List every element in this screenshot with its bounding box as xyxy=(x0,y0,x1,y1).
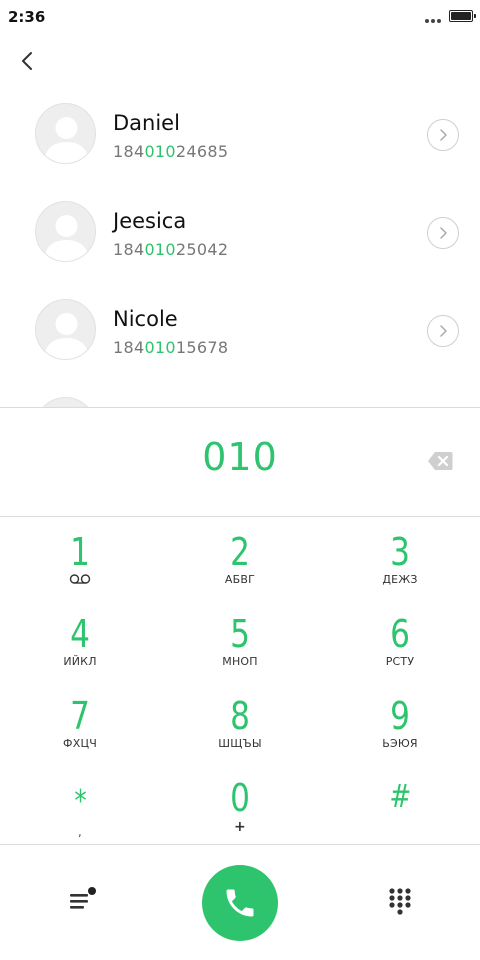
status-time: 2:36 xyxy=(8,8,46,26)
number-match: 010 xyxy=(144,338,176,357)
key-digit: 2 xyxy=(230,530,250,574)
key-digit: * xyxy=(73,784,87,819)
key-digit: 8 xyxy=(230,694,250,738)
contact-row-jeesica[interactable]: Jeesica 18401025042 xyxy=(0,186,480,284)
dialpad-icon xyxy=(389,888,411,915)
chevron-right-icon xyxy=(440,129,447,141)
contact-suggestion-list: Daniel 18401024685 Jeesica 18401025042 N… xyxy=(0,88,480,408)
key-digit: 0 xyxy=(230,776,250,820)
keypad: 1 2 АБВГ 3 ДЕЖЗ 4 ИЙКЛ 5 МНОП 6 РСТУ 7 Ф… xyxy=(0,518,480,842)
key-5[interactable]: 5 МНОП xyxy=(160,600,320,681)
chevron-right-icon xyxy=(440,227,447,239)
key-1[interactable]: 1 xyxy=(0,518,160,599)
number-prefix: 184 xyxy=(113,240,145,259)
key-hash[interactable]: # xyxy=(320,764,480,845)
call-button[interactable] xyxy=(202,865,278,941)
avatar xyxy=(35,103,96,164)
contact-name: Jeesica xyxy=(113,209,187,233)
key-letters: ДЕЖЗ xyxy=(382,573,418,586)
person-placeholder-icon xyxy=(44,215,89,261)
divider xyxy=(0,407,480,408)
key-digit: 6 xyxy=(390,612,410,656)
key-9[interactable]: 9 ЬЭЮЯ xyxy=(320,682,480,763)
chevron-left-icon xyxy=(22,52,32,70)
phone-icon xyxy=(226,889,254,917)
number-prefix: 184 xyxy=(113,142,145,161)
contact-number: 18401024685 xyxy=(113,142,228,161)
status-bar: 2:36 xyxy=(0,0,480,34)
key-0[interactable]: 0 + xyxy=(160,764,320,845)
person-placeholder-icon xyxy=(44,117,89,163)
key-letters: , xyxy=(78,826,82,839)
key-letters: ИЙКЛ xyxy=(63,655,97,668)
key-3[interactable]: 3 ДЕЖЗ xyxy=(320,518,480,599)
number-match: 010 xyxy=(144,142,176,161)
key-letters: АБВГ xyxy=(224,573,256,586)
number-prefix: 184 xyxy=(113,338,145,357)
key-digit: 3 xyxy=(390,530,410,574)
bottom-action-bar xyxy=(0,846,480,960)
keypad-toggle-button[interactable] xyxy=(384,886,416,918)
key-8[interactable]: 8 ШЩЪЫ xyxy=(160,682,320,763)
key-letters: РСТУ xyxy=(385,655,415,668)
key-star[interactable]: * , xyxy=(0,764,160,845)
key-letters: ФХЦЧ xyxy=(63,737,97,750)
contact-name: Daniel xyxy=(113,111,180,135)
contact-detail-button[interactable] xyxy=(427,119,459,151)
contact-row-partial[interactable] xyxy=(0,382,480,408)
number-match: 010 xyxy=(144,240,176,259)
contact-row-daniel[interactable]: Daniel 18401024685 xyxy=(0,88,480,186)
divider xyxy=(0,516,480,517)
avatar xyxy=(35,201,96,262)
key-digit: 9 xyxy=(390,694,410,738)
key-letters: ЬЭЮЯ xyxy=(382,737,418,750)
menu-icon xyxy=(70,887,96,909)
more-dots-icon xyxy=(425,19,441,23)
key-digit: # xyxy=(389,777,411,815)
contact-detail-button[interactable] xyxy=(427,315,459,347)
number-suffix: 15678 xyxy=(175,338,229,357)
battery-icon xyxy=(449,10,476,22)
contact-row-nicole[interactable]: Nicole 18401015678 xyxy=(0,284,480,382)
divider xyxy=(0,844,480,845)
back-button[interactable] xyxy=(10,44,44,78)
number-suffix: 24685 xyxy=(175,142,229,161)
person-placeholder-icon xyxy=(44,313,89,359)
key-letters: МНОП xyxy=(222,655,258,668)
key-digit: 7 xyxy=(70,694,90,738)
key-letters: ШЩЪЫ xyxy=(218,737,262,750)
number-suffix: 25042 xyxy=(175,240,229,259)
voicemail-icon xyxy=(69,573,91,587)
backspace-button[interactable] xyxy=(425,446,455,476)
backspace-icon xyxy=(428,452,453,470)
key-2[interactable]: 2 АБВГ xyxy=(160,518,320,599)
key-digit: 5 xyxy=(230,612,250,656)
key-letters: + xyxy=(234,819,246,835)
contact-name: Nicole xyxy=(113,307,178,331)
key-digit: 1 xyxy=(70,530,90,574)
contact-number: 18401015678 xyxy=(113,338,228,357)
contact-number: 18401025042 xyxy=(113,240,228,259)
dialed-number-display[interactable]: 010 xyxy=(0,435,480,479)
key-digit: 4 xyxy=(70,612,90,656)
menu-button[interactable] xyxy=(64,886,100,916)
key-7[interactable]: 7 ФХЦЧ xyxy=(0,682,160,763)
key-6[interactable]: 6 РСТУ xyxy=(320,600,480,681)
contact-detail-button[interactable] xyxy=(427,217,459,249)
key-4[interactable]: 4 ИЙКЛ xyxy=(0,600,160,681)
avatar xyxy=(35,299,96,360)
chevron-right-icon xyxy=(440,325,447,337)
